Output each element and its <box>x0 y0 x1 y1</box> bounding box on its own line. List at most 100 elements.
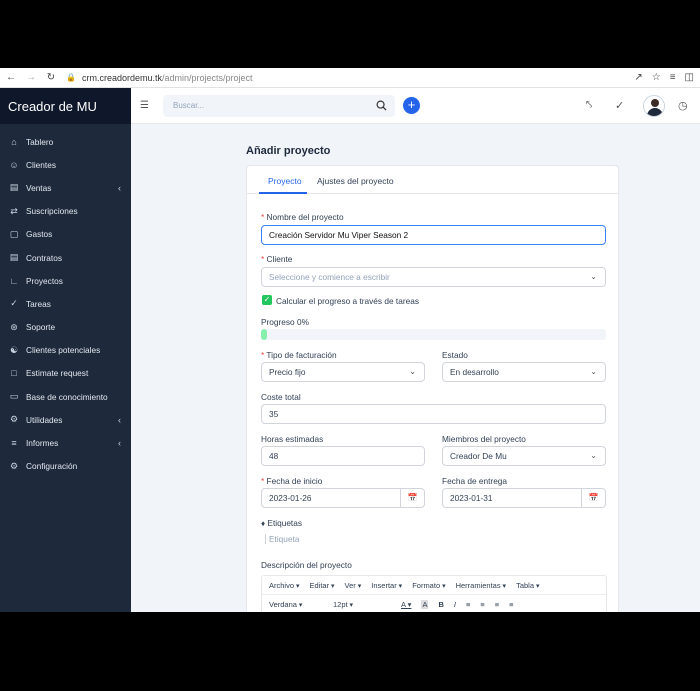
start-date-label: * Fecha de inicio <box>261 476 323 486</box>
sidebar-item-informes[interactable]: ≡ Informes ‹ <box>0 431 131 454</box>
estimated-hours-label: Horas estimadas <box>261 434 324 444</box>
align-left-icon[interactable]: ≡ <box>466 600 470 609</box>
sidebar-item-gastos[interactable]: ▢ Gastos <box>0 223 131 246</box>
project-members-label: Miembros del proyecto <box>442 434 526 444</box>
quick-add-button[interactable]: + <box>403 97 420 114</box>
sidebar-item-label: Informes <box>26 438 59 449</box>
sidebar-item-base-de-conocimiento[interactable]: ▭ Base de conocimiento <box>0 385 131 408</box>
bold-icon[interactable]: B <box>438 600 443 609</box>
share-page-icon[interactable]: ↗ <box>634 72 642 83</box>
status-select[interactable]: En desarrollo ⌄ <box>442 362 606 382</box>
description-editor[interactable]: Archivo Editar Ver Insertar Formato Herramien… <box>261 575 607 612</box>
sidepanel-icon[interactable]: ◫ <box>685 72 694 83</box>
sidebar-item-utilidades[interactable]: ⚙ Utilidades ‹ <box>0 408 131 431</box>
sidebar-item-clientes[interactable]: ☺ Clientes <box>0 153 131 176</box>
app-screen: ← → ↻ 🔒 crm.creadordemu.tk/admin/project… <box>0 68 700 612</box>
topbar: ☰ Buscar... + ⤣ ✓ ◷ <box>131 88 700 124</box>
project-members-select[interactable]: Creador De Mu ⌄ <box>442 446 606 466</box>
sidebar-item-tareas[interactable]: ✓ Tareas <box>0 292 131 315</box>
sidebar-item-tablero[interactable]: ⌂ Tablero <box>0 130 131 153</box>
client-select[interactable]: Seleccione y comience a escribir ⌄ <box>261 267 606 287</box>
sidebar-item-label: Configuración <box>26 461 78 472</box>
user-icon: ☺ <box>9 159 19 170</box>
editor-menu-herramientas[interactable]: Herramientas <box>456 581 506 590</box>
calc-progress-checkbox[interactable]: ✓ <box>262 295 272 305</box>
search-placeholder: Buscar... <box>173 101 205 110</box>
align-justify-icon[interactable]: ≡ <box>509 600 513 609</box>
align-right-icon[interactable]: ≡ <box>495 600 499 609</box>
search-icon[interactable] <box>376 100 387 111</box>
address-bar[interactable]: crm.creadordemu.tk/admin/projects/projec… <box>82 73 253 83</box>
contract-icon: ▤ <box>9 252 19 263</box>
forward-icon[interactable]: → <box>24 72 38 83</box>
sidebar-item-label: Contratos <box>26 252 62 263</box>
sidebar-item-clientes-potenciales[interactable]: ☯ Clientes potenciales <box>0 339 131 362</box>
sidebar-item-proyectos[interactable]: ∟ Proyectos <box>0 269 131 292</box>
tab-project[interactable]: Proyecto <box>268 176 302 186</box>
document-icon: □ <box>11 368 17 379</box>
align-center-icon[interactable]: ≡ <box>480 600 484 609</box>
billing-type-select[interactable]: Precio fijo ⌄ <box>261 362 425 382</box>
search-input[interactable]: Buscar... <box>163 95 395 117</box>
receipt-icon: ▤ <box>9 182 19 193</box>
progress-slider[interactable] <box>261 329 606 340</box>
sidebar-item-ventas[interactable]: ▤ Ventas ‹ <box>0 176 131 199</box>
editor-menu-editar[interactable]: Editar <box>309 581 334 590</box>
browser-toolbar: ← → ↻ 🔒 crm.creadordemu.tk/admin/project… <box>0 68 700 88</box>
progress-handle[interactable] <box>261 329 267 340</box>
folder-icon: ▭ <box>9 391 19 402</box>
chevron-left-icon: ‹ <box>118 182 121 193</box>
highlight-color-icon[interactable]: A <box>421 600 429 609</box>
editor-menu-formato[interactable]: Formato <box>412 581 445 590</box>
calendar-icon[interactable]: 📅 <box>581 489 605 507</box>
checkmark-icon[interactable]: ✓ <box>615 99 624 112</box>
due-date-label: Fecha de entrega <box>442 476 508 486</box>
sidebar-item-contratos[interactable]: ▤ Contratos <box>0 246 131 269</box>
sidebar-item-label: Utilidades <box>26 414 63 425</box>
project-form-card: Proyecto Ajustes del proyecto * Nombre d… <box>246 165 619 612</box>
sidebar-menu: ⌂ Tablero ☺ Clientes ▤ Ventas ‹ ⇄ Suscripciones ▢… <box>0 124 131 478</box>
calendar-icon[interactable]: 📅 <box>400 489 424 507</box>
editor-menu-tabla[interactable]: Tabla <box>516 581 539 590</box>
total-cost-input[interactable]: 35 <box>261 404 606 424</box>
chevron-left-icon: ‹ <box>118 438 121 449</box>
sidebar-item-soporte[interactable]: ⊛ Soporte <box>0 316 131 339</box>
tags-input[interactable]: Etiqueta <box>265 534 299 544</box>
back-icon[interactable]: ← <box>4 72 18 83</box>
tab-project-settings[interactable]: Ajustes del proyecto <box>317 176 394 186</box>
editor-menu-ver[interactable]: Ver <box>345 581 362 590</box>
page-title: Añadir proyecto <box>246 145 331 157</box>
italic-icon[interactable]: I <box>454 600 456 609</box>
text-color-icon[interactable]: A ▾ <box>401 600 411 609</box>
editor-menu-insertar[interactable]: Insertar <box>371 581 402 590</box>
font-size-select[interactable]: 12pt <box>333 600 391 609</box>
reload-icon[interactable]: ↻ <box>44 72 58 83</box>
status-label: Estado <box>442 350 468 360</box>
tag-icon: ♦ <box>261 519 266 528</box>
chevron-down-icon: ⌄ <box>590 367 597 376</box>
client-label: * Cliente <box>261 254 293 264</box>
brand-logo[interactable]: Creador de MU <box>0 88 131 124</box>
share-icon[interactable]: ⤣ <box>586 99 592 112</box>
menu-toggle-icon[interactable]: ☰ <box>140 100 149 111</box>
project-name-input[interactable]: Creación Servidor Mu Viper Season 2 <box>261 225 606 245</box>
sidebar-item-label: Tareas <box>26 298 51 309</box>
avatar[interactable] <box>643 95 665 117</box>
sidebar-item-label: Estimate request <box>26 368 89 379</box>
sidebar-item-label: Soporte <box>26 322 56 333</box>
reading-list-icon[interactable]: ≡ <box>670 72 676 83</box>
estimated-hours-input[interactable]: 48 <box>261 446 425 466</box>
sidebar-item-configuraci-n[interactable]: ⚙ Configuración <box>0 455 131 478</box>
active-tab-indicator <box>259 192 307 194</box>
editor-menubar: Archivo Editar Ver Insertar Formato Herramien… <box>262 576 606 595</box>
editor-menu-archivo[interactable]: Archivo <box>269 581 299 590</box>
due-date-input[interactable]: 2023-01-31 📅 <box>442 488 606 508</box>
font-family-select[interactable]: Verdana <box>269 600 323 609</box>
clock-icon[interactable]: ◷ <box>678 99 688 112</box>
start-date-input[interactable]: 2023-01-26 📅 <box>261 488 425 508</box>
sidebar-item-label: Base de conocimiento <box>26 391 108 402</box>
sidebar-item-suscripciones[interactable]: ⇄ Suscripciones <box>0 200 131 223</box>
chevron-down-icon: ⌄ <box>590 272 597 281</box>
sidebar-item-estimate-request[interactable]: □ Estimate request <box>0 362 131 385</box>
bookmark-star-icon[interactable]: ☆ <box>652 72 661 83</box>
